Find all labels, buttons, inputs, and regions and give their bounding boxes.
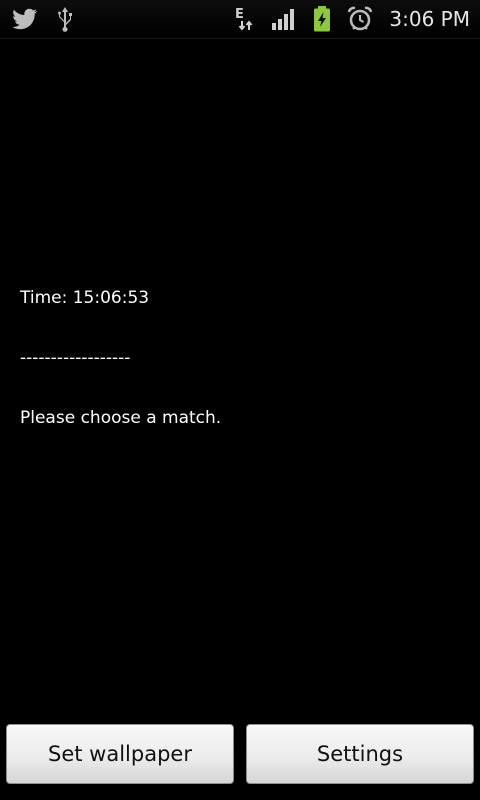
- separator-line: ------------------: [20, 348, 131, 368]
- bottom-button-bar: Set wallpaper Settings: [0, 720, 480, 800]
- settings-button[interactable]: Settings: [246, 724, 474, 784]
- match-info: Time: 15:06:53 ------------------ Please…: [20, 248, 460, 448]
- battery-charging-icon: [309, 6, 335, 32]
- twitter-icon: [12, 6, 38, 32]
- status-bar-system: E 3:06 PM: [233, 0, 470, 38]
- status-message: Please choose a match.: [20, 408, 222, 428]
- usb-icon: [52, 6, 78, 32]
- status-bar: E 3:06 PM: [0, 0, 480, 39]
- edge-data-icon: E: [233, 6, 259, 32]
- status-bar-notifications: [12, 0, 78, 38]
- status-clock: 3:06 PM: [389, 7, 470, 31]
- svg-text:E: E: [235, 7, 244, 22]
- alarm-icon: [347, 6, 373, 32]
- set-wallpaper-button[interactable]: Set wallpaper: [6, 724, 234, 784]
- time-label: Time: 15:06:53: [20, 288, 150, 308]
- signal-icon: [271, 6, 297, 32]
